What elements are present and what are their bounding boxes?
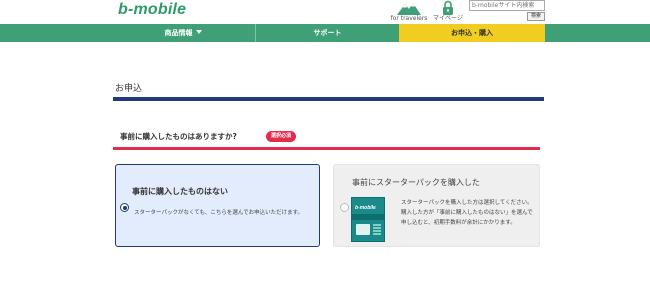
nav-item-apply[interactable]: お申込・購入 — [399, 24, 545, 42]
option-title: 事前に購入したものはない — [132, 187, 228, 196]
site-search-input[interactable] — [469, 0, 545, 11]
site-header: b-mobile for travelers マイページ 検索 — [0, 0, 650, 24]
option-card-starter-pack[interactable]: 事前にスターターパックを購入した b-mobile スターターパックを購入した方… — [333, 164, 540, 247]
required-badge: 選択必須 — [266, 131, 297, 142]
pack-stripe — [352, 214, 384, 220]
option-card-none-purchased[interactable]: 事前に購入したものはない スターターパックがなくても、こちらを選んでお申込いただ… — [115, 164, 320, 247]
question-divider — [113, 147, 540, 150]
search-button[interactable]: 検索 — [527, 12, 545, 21]
pack-decoration — [373, 224, 381, 226]
b-mobile-logo[interactable]: b-mobile — [118, 1, 186, 19]
sim-card-icon — [356, 224, 370, 235]
mountain-icon — [397, 3, 421, 15]
nav-support-label: サポート — [313, 29, 342, 37]
mypage-link[interactable]: マイページ — [425, 0, 471, 24]
radio-selected[interactable] — [120, 203, 129, 212]
nav-products-label: 商品情報 — [164, 29, 193, 37]
nav-item-support[interactable]: サポート — [255, 24, 399, 42]
question-heading: 事前に購入したものはありますか? — [120, 132, 237, 141]
nav-apply-label: お申込・購入 — [451, 29, 493, 37]
starter-pack-logo: b-mobile — [355, 205, 376, 211]
main-nav: 商品情報 サポート お申込・購入 — [0, 24, 650, 42]
mypage-label: マイページ — [433, 15, 463, 22]
radio-unselected[interactable] — [340, 203, 349, 212]
nav-item-products[interactable]: 商品情報 — [112, 24, 254, 42]
option-description: スターターパックがなくても、こちらを選んでお申込いただけます。 — [134, 210, 304, 216]
title-divider — [113, 97, 544, 101]
option-title: 事前にスターターパックを購入した — [352, 178, 480, 187]
starter-pack-image: b-mobile — [351, 197, 385, 242]
chevron-down-icon — [195, 30, 202, 34]
page-title: お申込 — [115, 84, 143, 94]
option-description: スターターパックを購入した方は選択してください。購入した方が「事前に購入したもの… — [401, 200, 533, 226]
lock-icon — [443, 0, 453, 15]
